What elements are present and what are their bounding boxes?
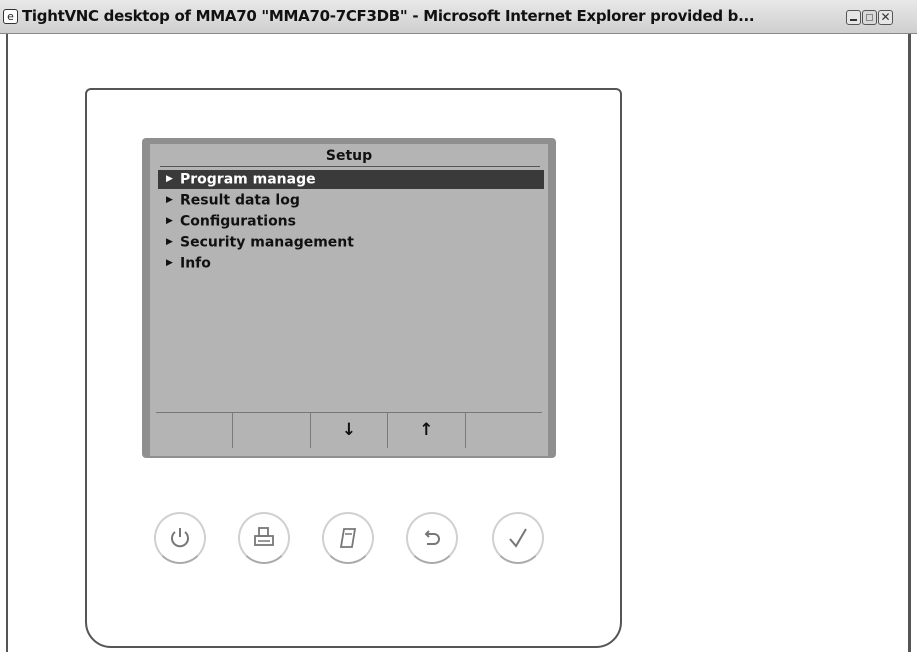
chevron-right-icon: ▶ [166, 258, 173, 268]
softkey-2[interactable] [233, 413, 311, 448]
confirm-button[interactable] [492, 512, 544, 564]
menu-item-security-management[interactable]: ▶ Security management [158, 233, 544, 252]
chevron-right-icon: ▶ [166, 216, 173, 226]
window-frame-left [6, 34, 8, 652]
lcd-screen: Setup ▶ Program manage ▶ Result data log ▶… [150, 144, 548, 456]
menu-item-label: Configurations [180, 213, 296, 230]
softkey-bar: ↓ ↑ [156, 412, 542, 448]
menu-item-label: Security management [180, 234, 354, 251]
softkey-1[interactable] [156, 413, 234, 448]
window-title: TightVNC desktop of MMA70 "MMA70-7CF3DB"… [22, 7, 755, 25]
back-icon [424, 530, 440, 545]
menu-item-label: Result data log [180, 192, 300, 209]
title-bar: e TightVNC desktop of MMA70 "MMA70-7CF3D… [0, 0, 917, 34]
title-divider [160, 166, 540, 167]
chevron-right-icon: ▶ [166, 174, 173, 184]
menu-item-result-data-log[interactable]: ▶ Result data log [158, 191, 544, 210]
check-icon [509, 528, 527, 548]
menu-item-label: Info [180, 255, 211, 272]
memo-icon [339, 528, 357, 548]
power-icon [171, 528, 189, 548]
ie-icon: e [3, 9, 18, 24]
minimize-button[interactable] [846, 10, 861, 25]
chevron-right-icon: ▶ [166, 195, 173, 205]
softkey-down[interactable]: ↓ [311, 413, 389, 448]
menu-item-label: Program manage [180, 171, 316, 188]
menu-item-configurations[interactable]: ▶ Configurations [158, 212, 544, 231]
softkey-5[interactable] [466, 413, 542, 448]
print-icon [254, 527, 274, 546]
window-frame-right [908, 34, 911, 652]
menu-item-info[interactable]: ▶ Info [158, 254, 544, 273]
screen-title: Setup [325, 148, 373, 164]
menu-item-program-manage[interactable]: ▶ Program manage [158, 170, 544, 189]
memo-button[interactable] [322, 512, 374, 564]
maximize-button[interactable] [862, 10, 877, 25]
back-button[interactable] [406, 512, 458, 564]
chevron-right-icon: ▶ [166, 237, 173, 247]
softkey-up[interactable]: ↑ [388, 413, 466, 448]
close-button[interactable]: ✕ [878, 10, 893, 25]
print-button[interactable] [238, 512, 290, 564]
power-button[interactable] [154, 512, 206, 564]
